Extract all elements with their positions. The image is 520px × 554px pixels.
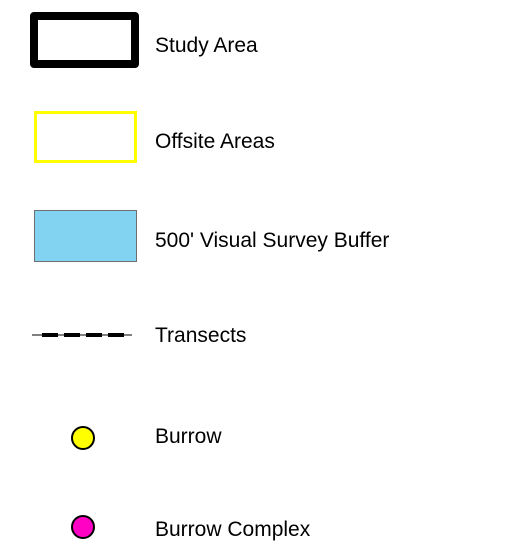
burrow-complex-symbol [71, 515, 95, 539]
transects-symbol [32, 333, 132, 337]
burrow-symbol [71, 426, 95, 450]
offsite-areas-symbol [34, 111, 137, 163]
study-area-symbol [30, 12, 139, 68]
study-area-label: Study Area [155, 34, 258, 57]
burrow-label: Burrow [155, 425, 222, 448]
burrow-complex-label: Burrow Complex [155, 518, 311, 541]
visual-survey-buffer-symbol [34, 210, 137, 262]
offsite-areas-label: Offsite Areas [155, 130, 275, 153]
transects-label: Transects [155, 324, 247, 347]
visual-survey-buffer-label: 500' Visual Survey Buffer [155, 229, 390, 252]
map-legend: Study Area Offsite Areas 500' Visual Sur… [0, 0, 520, 554]
